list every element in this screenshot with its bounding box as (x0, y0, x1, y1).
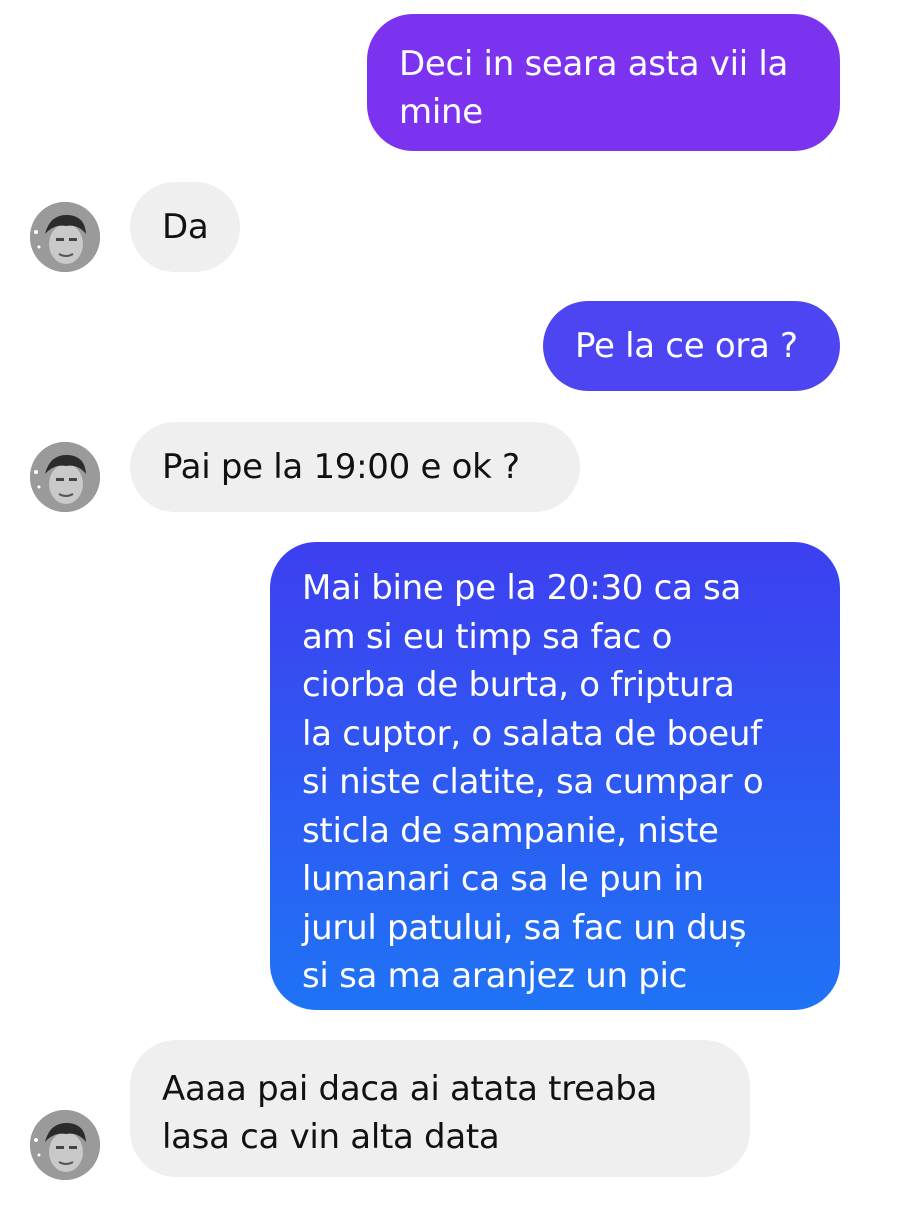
message-text: am si eu timp sa fac o (302, 616, 673, 657)
message-bubble-sent[interactable]: Mai bine pe la 20:30 ca sa am si eu timp… (270, 542, 840, 1010)
message-text: Aaaa pai daca ai atata treaba (162, 1069, 658, 1109)
message-text: jurul patului, sa fac un duș (302, 907, 747, 948)
message-text: si niste clatite, sa cumpar o (302, 762, 764, 802)
message-text: Pai pe la 19:00 e ok ? (162, 447, 520, 487)
message-text: lumanari ca sa le pun in (302, 859, 704, 899)
message-text: lasa ca vin alta data (162, 1117, 500, 1157)
contact-photo-icon (30, 442, 100, 512)
message-text: Mai bine pe la 20:30 ca sa (302, 568, 741, 608)
message-bubble-received[interactable]: Aaaa pai daca ai atata treaba lasa ca vi… (130, 1040, 750, 1177)
message-bubble-received[interactable]: Pai pe la 19:00 e ok ? (130, 422, 580, 512)
contact-avatar[interactable] (30, 442, 100, 512)
message-text: la cuptor, o salata de boeuf (302, 713, 762, 754)
contact-photo-icon (30, 202, 100, 272)
contact-avatar[interactable] (30, 202, 100, 272)
message-text: Deci in seara asta vii la (399, 44, 789, 84)
contact-avatar[interactable] (30, 1110, 100, 1180)
message-text: Da (162, 207, 209, 247)
message-text: si sa ma aranjez un pic (302, 956, 688, 996)
message-text: ciorba de burta, o friptura (302, 665, 735, 705)
message-text: sticla de sampanie, niste (302, 810, 719, 851)
message-bubble-received[interactable]: Da (130, 182, 240, 272)
message-bubble-sent[interactable]: Deci in seara asta vii la mine (367, 14, 840, 151)
contact-photo-icon (30, 1110, 100, 1180)
message-text: mine (399, 92, 483, 132)
message-text: Pe la ce ora ? (575, 326, 798, 366)
message-bubble-sent[interactable]: Pe la ce ora ? (543, 301, 840, 391)
